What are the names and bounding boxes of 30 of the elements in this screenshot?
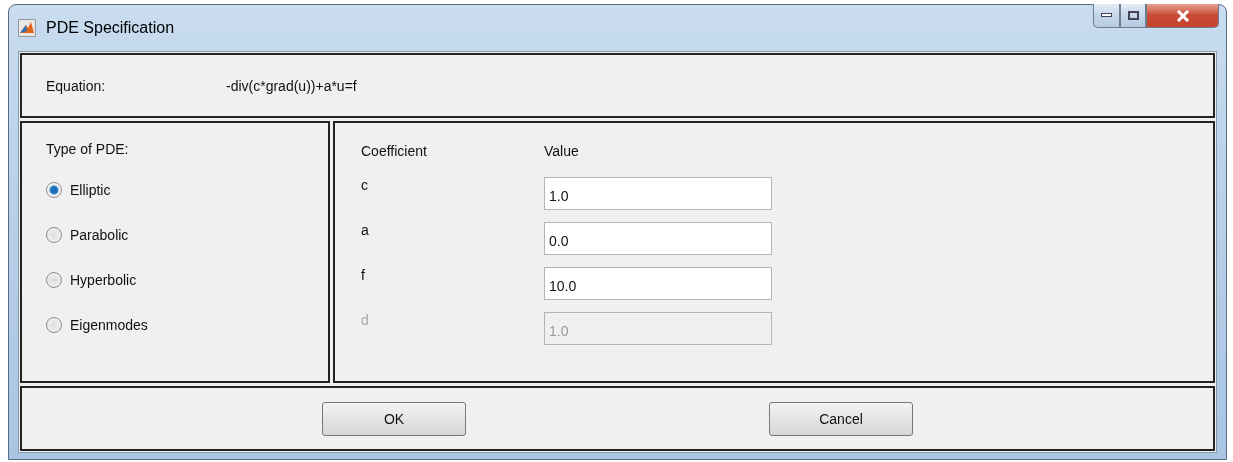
value-field[interactable]: 1.0 xyxy=(544,177,772,210)
app-icon xyxy=(18,19,36,37)
radio-label[interactable]: Eigenmodes xyxy=(70,316,148,333)
value-field[interactable]: 0.0 xyxy=(544,222,772,255)
radio-label[interactable]: Parabolic xyxy=(70,226,129,243)
equation-label: Equation: xyxy=(46,77,107,94)
window-title: PDE Specification xyxy=(46,19,175,37)
radio-button[interactable] xyxy=(46,181,62,198)
maximize-button[interactable] xyxy=(1120,4,1146,28)
coefficient-name: f xyxy=(361,267,366,285)
value-field[interactable]: 10.0 xyxy=(544,267,772,300)
pde-type-label: Type of PDE: xyxy=(46,141,130,157)
minimize-button[interactable] xyxy=(1093,4,1120,28)
column-header: Value xyxy=(544,143,580,159)
radio-button[interactable] xyxy=(46,271,62,288)
minimize-icon xyxy=(1101,13,1112,18)
radio-label[interactable]: Elliptic xyxy=(70,181,111,198)
equation-text: -div(c*grad(u))+a*u=f xyxy=(226,77,357,94)
column-header: Coefficient xyxy=(361,143,428,159)
dialog-button[interactable]: Cancel xyxy=(769,401,913,436)
coefficient-name: a xyxy=(361,222,370,240)
coefficient-name: c xyxy=(361,177,369,195)
close-button[interactable] xyxy=(1146,4,1219,28)
close-icon xyxy=(1175,9,1190,22)
radio-label[interactable]: Hyperbolic xyxy=(70,271,137,288)
radio-button[interactable] xyxy=(46,316,62,333)
maximize-icon xyxy=(1127,11,1139,20)
radio-button[interactable] xyxy=(46,226,62,243)
dialog-button[interactable]: OK xyxy=(322,401,466,436)
coefficient-name: d xyxy=(361,312,370,330)
